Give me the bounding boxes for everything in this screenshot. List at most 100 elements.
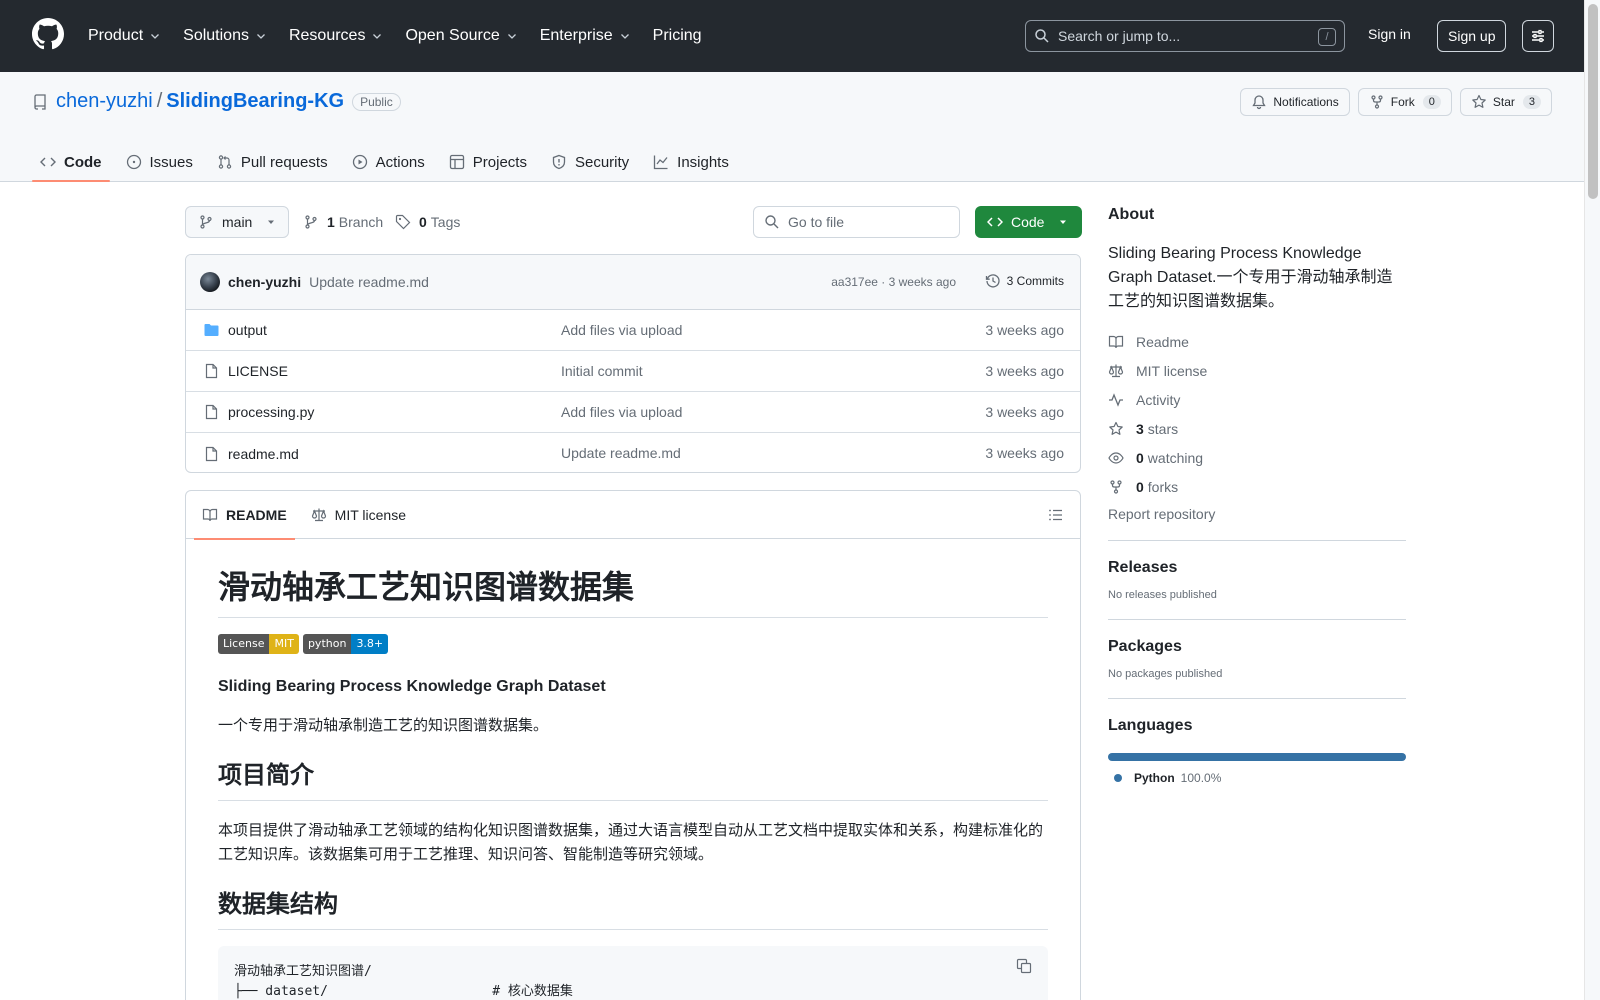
star-count: 3 xyxy=(1522,95,1541,109)
branches-link[interactable]: 1 Branch xyxy=(303,214,383,230)
tab-pull-requests[interactable]: Pull requests xyxy=(209,144,336,180)
star-button[interactable]: Star 3 xyxy=(1459,88,1552,116)
nav-pricing[interactable]: Pricing xyxy=(653,27,702,45)
branch-count: 1 xyxy=(327,214,335,230)
license-link[interactable]: MIT license xyxy=(1108,361,1406,380)
tab-projects[interactable]: Projects xyxy=(441,144,535,180)
watching-count: 0 xyxy=(1136,449,1144,466)
license-link-label: MIT license xyxy=(1136,362,1208,379)
tab-security[interactable]: Security xyxy=(543,144,637,180)
readme-link[interactable]: Readme xyxy=(1108,332,1406,351)
packages-heading[interactable]: Packages xyxy=(1108,638,1406,656)
tab-pull-requests-label: Pull requests xyxy=(240,153,328,171)
commit-count: 3 Commits xyxy=(1006,274,1064,288)
readme-intro: 一个专用于滑动轴承制造工艺的知识图谱数据集。 xyxy=(218,717,549,734)
forks-count: 0 xyxy=(1136,478,1144,495)
copy-button[interactable] xyxy=(1016,958,1032,974)
language-item[interactable]: Python 100.0% xyxy=(1108,771,1406,785)
file-toolbar: main 1 Branch 0 Tags Code xyxy=(185,206,1082,238)
watchers-link[interactable]: 0 watching xyxy=(1108,448,1406,467)
nav-resources[interactable]: Resources xyxy=(289,27,383,45)
go-to-file-input[interactable] xyxy=(788,214,948,230)
chevron-down-icon xyxy=(373,34,382,39)
stars-count: 3 xyxy=(1136,420,1144,437)
branch-name: main xyxy=(222,214,253,230)
repo-header: chen-yuzhi / SlidingBearing-KG Public No… xyxy=(0,72,1584,182)
file-row[interactable]: readme.md Update readme.md 3 weeks ago xyxy=(186,433,1080,472)
license-badge[interactable]: License MIT xyxy=(218,634,299,654)
nav-open-source[interactable]: Open Source xyxy=(405,27,517,45)
nav-enterprise[interactable]: Enterprise xyxy=(540,27,631,45)
folder-icon xyxy=(204,324,219,336)
file-icon xyxy=(205,404,218,420)
global-search[interactable]: / xyxy=(1025,20,1345,52)
nav-product[interactable]: Product xyxy=(88,27,161,45)
file-row[interactable]: output Add files via upload 3 weeks ago xyxy=(186,310,1080,351)
nav-solutions[interactable]: Solutions xyxy=(183,27,267,45)
book-icon xyxy=(202,508,218,521)
graph-icon xyxy=(654,155,668,170)
star-icon xyxy=(1472,94,1486,108)
notifications-button[interactable]: Notifications xyxy=(1240,88,1350,116)
tab-actions[interactable]: Actions xyxy=(344,144,433,180)
file-commit-message[interactable]: Initial commit xyxy=(561,363,643,379)
commit-message-link[interactable]: Update readme.md xyxy=(309,274,429,290)
tags-link[interactable]: 0 Tags xyxy=(395,214,460,230)
commit-author-link[interactable]: chen-yuzhi xyxy=(228,274,301,290)
forks-link[interactable]: 0 forks xyxy=(1108,477,1406,496)
releases-heading[interactable]: Releases xyxy=(1108,559,1406,577)
activity-link[interactable]: Activity xyxy=(1108,390,1406,409)
file-name-link[interactable]: readme.md xyxy=(228,446,299,462)
file-row[interactable]: processing.py Add files via upload 3 wee… xyxy=(186,392,1080,433)
history-icon xyxy=(985,274,1000,288)
search-input[interactable] xyxy=(1058,28,1308,44)
fork-button[interactable]: Fork 0 xyxy=(1357,88,1452,116)
tab-insights[interactable]: Insights xyxy=(645,144,737,180)
readme-intro-body: 本项目提供了滑动轴承工艺领域的结构化知识图谱数据集，通过大语言模型自动从工艺文档… xyxy=(218,822,1044,863)
code-line: ├── dataset/ # 核心数据集 xyxy=(234,984,573,999)
file-name-link[interactable]: processing.py xyxy=(228,404,314,420)
tab-security-label: Security xyxy=(574,153,630,171)
branch-selector[interactable]: main xyxy=(185,206,290,238)
report-repository-link[interactable]: Report repository xyxy=(1108,506,1406,522)
stars-link[interactable]: 3 stars xyxy=(1108,419,1406,438)
sign-up-button[interactable]: Sign up xyxy=(1437,20,1507,52)
avatar[interactable] xyxy=(200,272,220,292)
global-header: Product Solutions Resources Open Source … xyxy=(0,0,1600,72)
book-icon xyxy=(1108,335,1124,348)
tab-code[interactable]: Code xyxy=(32,144,110,182)
search-shortcut-key: / xyxy=(1318,28,1336,46)
tab-license[interactable]: MIT license xyxy=(303,491,414,539)
settings-button[interactable] xyxy=(1522,20,1554,52)
repo-title-separator: / xyxy=(156,90,163,112)
tab-issues[interactable]: Issues xyxy=(118,144,201,180)
github-logo-icon[interactable] xyxy=(32,18,64,50)
issue-icon xyxy=(126,154,141,170)
file-name-link[interactable]: LICENSE xyxy=(228,363,288,379)
tab-readme[interactable]: README xyxy=(194,491,295,540)
code-icon xyxy=(40,157,56,167)
star-icon xyxy=(1109,421,1123,435)
outline-button[interactable] xyxy=(1048,507,1064,523)
sign-in-link[interactable]: Sign in xyxy=(1368,26,1411,42)
code-line: 滑动轴承工艺知识图谱/ xyxy=(234,964,372,979)
scrollbar-thumb[interactable] xyxy=(1588,4,1598,199)
file-commit-message[interactable]: Update readme.md xyxy=(561,445,681,461)
about-sidebar: About Sliding Bearing Process Knowledge … xyxy=(1108,206,1406,785)
commit-hash-time[interactable]: aa317ee · 3 weeks ago xyxy=(831,275,956,289)
python-badge[interactable]: python 3.8+ xyxy=(302,634,389,654)
code-dropdown-button[interactable]: Code xyxy=(975,206,1082,238)
repo-name-link[interactable]: SlidingBearing-KG xyxy=(166,90,344,113)
repo-owner-link[interactable]: chen-yuzhi xyxy=(56,90,153,113)
file-row[interactable]: LICENSE Initial commit 3 weeks ago xyxy=(186,351,1080,392)
page-scrollbar[interactable] xyxy=(1584,0,1600,1000)
file-age: 3 weeks ago xyxy=(985,445,1064,461)
readme-link-label: Readme xyxy=(1136,333,1189,350)
go-to-file[interactable] xyxy=(753,206,960,238)
commits-history-link[interactable]: 3 Commits xyxy=(985,273,1064,289)
file-name-link[interactable]: output xyxy=(228,322,267,338)
chevron-down-icon xyxy=(507,34,516,39)
tab-projects-label: Projects xyxy=(472,153,527,171)
file-commit-message[interactable]: Add files via upload xyxy=(561,404,682,420)
file-commit-message[interactable]: Add files via upload xyxy=(561,322,682,338)
